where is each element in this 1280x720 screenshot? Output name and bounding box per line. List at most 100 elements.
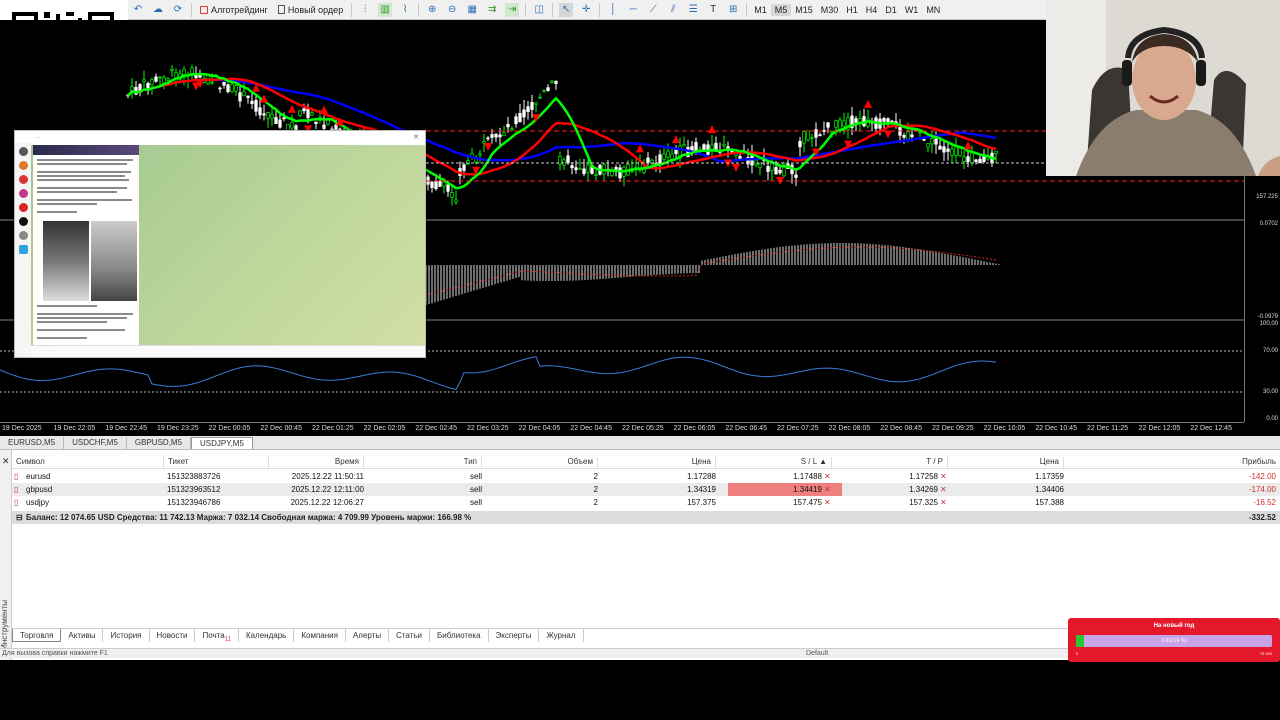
remove-tp-icon[interactable]: ✕ [940,485,947,494]
chart-tab-eurusd[interactable]: EURUSD,M5 [0,437,65,449]
candle-body [242,91,246,97]
timeframe-m1[interactable]: M1 [750,4,771,16]
avatar[interactable] [19,175,28,184]
candle-body [974,159,978,162]
cell-time: 2025.12.22 12:11:00 [291,485,364,494]
main-toolbar: ↶ ☁ ⟳ Алготрейдинг Новый ордер ⫶ ▥ ⌇ ⊕ ⊖… [128,0,1046,20]
candle-body [810,137,814,139]
vertical-line-icon[interactable]: │ [606,3,620,17]
zoom-in-icon[interactable]: ⊕ [425,3,439,17]
avatar[interactable] [19,203,28,212]
col-volume[interactable]: Объем [482,457,598,469]
col-ticket[interactable]: Тикет [164,457,269,469]
position-row[interactable]: ▯ usdjpy 151323946786 2025.12.22 12:06:27 se… [12,496,1280,509]
candlestick-icon[interactable]: ▥ [378,2,393,17]
algotrading-button[interactable]: Алготрейдинг [195,2,273,18]
telegram-message-input[interactable]: · · · [31,345,425,357]
candle-body [234,85,238,92]
grid-icon[interactable]: ▦ [465,3,479,17]
candle-body [890,120,894,123]
tab-alerts[interactable]: Алерты [346,629,390,642]
col-tp[interactable]: T / P [832,457,948,469]
timeframe-m5[interactable]: M5 [770,3,792,16]
col-symbol[interactable]: Символ [12,457,164,469]
remove-sl-icon[interactable]: ✕ [824,498,831,507]
chart-tab-usdchf[interactable]: USDCHF,M5 [64,437,127,449]
position-row[interactable]: ▯ eurusd 151323883726 2025.12.22 11:50:11 se… [12,470,1280,483]
new-order-button[interactable]: Новый ордер [273,2,348,18]
trendline-icon[interactable]: ⟋ [646,3,660,17]
cursor-icon[interactable]: ↖ [559,2,574,17]
shapes-icon[interactable]: ⊞ [726,3,740,17]
collapse-icon[interactable]: ⊟ [16,513,23,522]
tab-history[interactable]: История [103,629,150,642]
balance-row[interactable]: ⊟ Баланс: 12 074.65 USD Средства: 11 742… [12,511,1280,524]
avatar[interactable] [19,189,28,198]
col-time[interactable]: Время [269,457,364,469]
timeframe-h1[interactable]: H1 [842,4,862,16]
close-icon[interactable]: ✕ [2,456,10,467]
col-sl[interactable]: S / L ▲ [716,457,832,469]
remove-tp-icon[interactable]: ✕ [940,472,947,481]
chart-shift-icon[interactable]: ⇥ [505,2,520,17]
timeframe-m15[interactable]: M15 [791,4,817,16]
avatar[interactable] [19,231,28,240]
horizontal-line-icon[interactable]: ─ [626,3,640,17]
col-type[interactable]: Тип [364,457,482,469]
col-price[interactable]: Цена [598,457,716,469]
close-icon[interactable]: ✕ [413,133,419,141]
avatar[interactable] [19,245,28,254]
tab-articles[interactable]: Статьи [389,629,431,642]
timeframe-mn[interactable]: MN [922,4,944,16]
timeframe-d1[interactable]: D1 [881,4,901,16]
tab-news[interactable]: Новости [150,629,196,642]
tab-journal[interactable]: Журнал [539,629,584,642]
autoscroll-icon[interactable]: ⇉ [485,3,499,17]
line-chart-icon[interactable]: ⌇ [398,3,412,17]
avatar[interactable] [19,217,28,226]
avatar[interactable] [19,161,28,170]
tab-calendar[interactable]: Календарь [239,629,295,642]
timeframe-m30[interactable]: M30 [817,4,843,16]
channel-icon[interactable]: ⫽ [666,3,680,17]
text-icon[interactable]: T [706,3,720,17]
col-current-price[interactable]: Цена [948,457,1064,469]
chart-tab-gbpusd[interactable]: GBPUSD,M5 [127,437,192,449]
remove-sl-icon[interactable]: ✕ [824,472,831,481]
screenshot-icon[interactable]: ◫ [532,3,546,17]
col-profit[interactable]: Прибыль [1064,457,1280,469]
tab-trade[interactable]: Торговля [12,629,62,642]
timeframe-h4[interactable]: H4 [862,4,882,16]
profile-name[interactable]: Default [806,650,828,657]
tab-company[interactable]: Компания [294,629,346,642]
message-photo [43,221,89,301]
candle-body [994,150,998,154]
fibonacci-icon[interactable]: ☰ [686,3,700,17]
telegram-chat-area[interactable] [31,145,425,345]
candle-body [462,164,466,171]
timeframe-w1[interactable]: W1 [901,4,923,16]
tab-experts[interactable]: Эксперты [489,629,540,642]
chart-tab-usdjpy[interactable]: USDJPY,M5 [191,437,253,449]
remove-tp-icon[interactable]: ✕ [940,498,947,507]
message-text-line [37,305,97,307]
tab-exposure[interactable]: Активы [61,629,104,642]
position-row[interactable]: ▯ gbpusd 151323963512 2025.12.22 12:11:00 se… [12,483,1280,496]
candle-body [726,146,730,149]
remove-sl-icon[interactable]: ✕ [824,485,831,494]
undo-icon[interactable]: ↶ [131,3,145,17]
candle-body [498,134,502,138]
zoom-out-icon[interactable]: ⊖ [445,3,459,17]
tab-mailbox[interactable]: Почта11 [195,629,239,643]
refresh-icon[interactable]: ⟳ [171,3,185,17]
telegram-chat-list[interactable] [15,143,31,357]
bar-chart-icon[interactable]: ⫶ [358,3,372,17]
crosshair-icon[interactable]: ✛ [579,3,593,17]
cloud-icon[interactable]: ☁ [151,3,165,17]
chart-tab-bar: EURUSD,M5 USDCHF,M5 GBPUSD,M5 USDJPY,M5 [0,436,1280,450]
telegram-window[interactable]: ··· ✕ · · · [14,130,426,358]
menu-icon[interactable] [19,147,28,156]
tab-library[interactable]: Библиотека [430,629,489,642]
candle-body [918,131,922,134]
cell-sl: 157.475 [793,498,822,507]
